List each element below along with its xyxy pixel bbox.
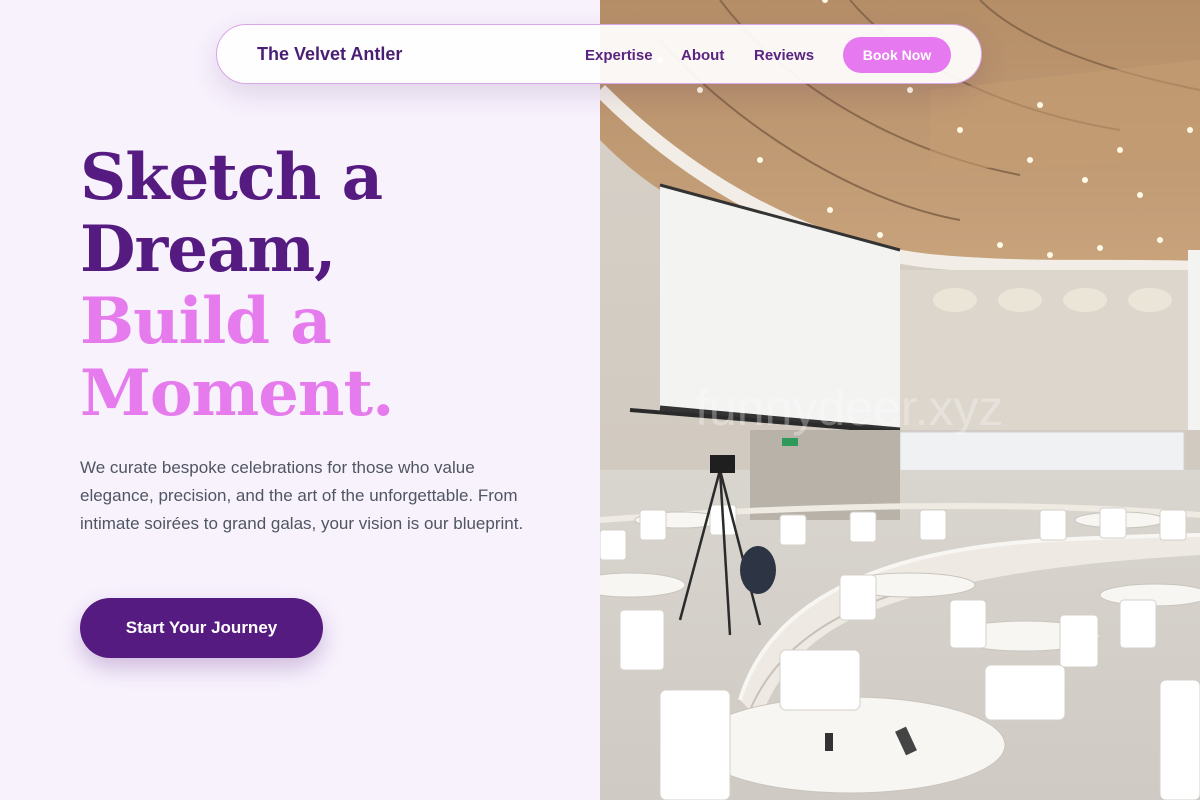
start-journey-button[interactable]: Start Your Journey [80,598,323,658]
nav-link-expertise[interactable]: Expertise [585,47,653,64]
nav-link-reviews[interactable]: Reviews [754,47,814,64]
book-now-button[interactable]: Book Now [843,37,951,73]
top-navbar: The Velvet Antler Expertise About Review… [216,24,982,84]
headline-line-3: Build a [80,284,332,359]
venue-hall-image: funnydeer.xyz [600,0,1200,800]
hero-description: We curate bespoke celebrations for those… [80,458,524,533]
headline-line-4: Moment. [80,356,394,431]
image-watermark: funnydeer.xyz [695,380,1004,436]
brand-logo-text[interactable]: The Velvet Antler [257,44,402,65]
headline-line-2: Dream, [80,212,336,287]
headline-line-1: Sketch a [80,140,383,215]
hero-headline: Sketch a Dream, Build a Moment. [80,140,394,431]
nav-link-about[interactable]: About [681,47,724,64]
